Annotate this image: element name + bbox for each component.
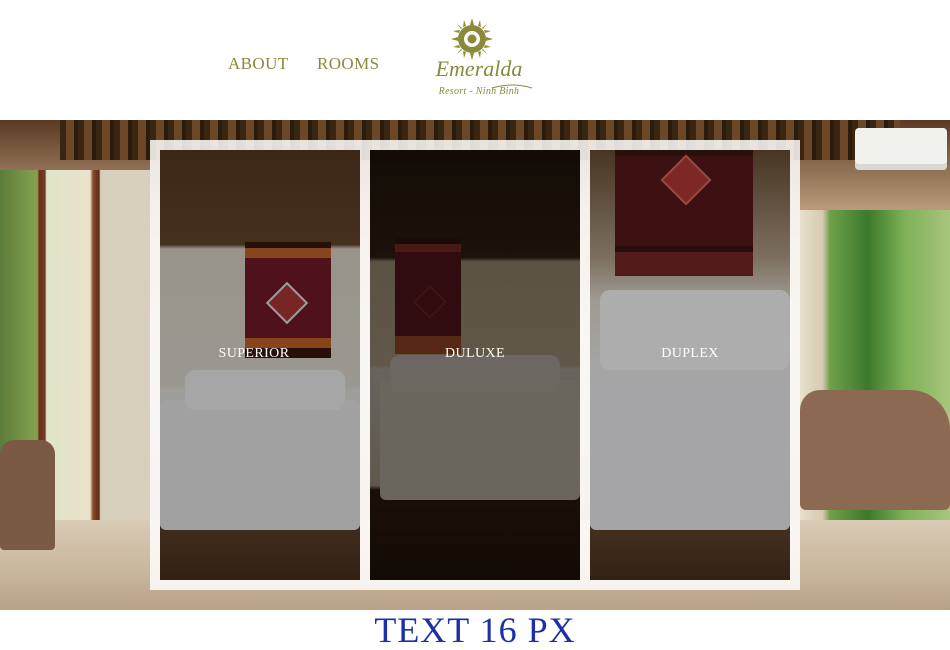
logo-tagline: Resort - Ninh Binh: [438, 86, 520, 97]
dark-overlay: [160, 150, 360, 580]
air-conditioner-image: [855, 128, 947, 170]
left-sofa-image: [0, 440, 55, 550]
site-header: ABOUT ROOMS Emeralda Resort - Ninh Binh: [0, 0, 950, 120]
hero-banner: SUPERIOR DULUXE DUPLEX: [0, 120, 950, 610]
nav-about-link[interactable]: ABOUT: [228, 54, 289, 74]
room-card-superior[interactable]: SUPERIOR: [160, 150, 360, 580]
emeralda-logo[interactable]: Emeralda Resort - Ninh Binh: [422, 18, 534, 104]
room-card-duluxe[interactable]: DULUXE: [370, 150, 580, 580]
dark-overlay: [590, 150, 790, 580]
room-card-label: DULUXE: [445, 346, 505, 361]
sun-logo-icon: [451, 18, 493, 60]
room-card-duplex[interactable]: DUPLEX: [590, 150, 790, 580]
room-card-label: DUPLEX: [661, 346, 719, 361]
room-card-label: SUPERIOR: [218, 346, 290, 361]
footer-text: TEXT 16 PX: [374, 610, 576, 650]
room-gallery-frame: SUPERIOR DULUXE DUPLEX: [150, 140, 800, 590]
logo-wordmark: Emeralda: [435, 56, 523, 81]
right-sofa-image: [800, 390, 950, 510]
nav-rooms-link[interactable]: ROOMS: [317, 54, 379, 74]
dark-overlay: [370, 150, 580, 580]
